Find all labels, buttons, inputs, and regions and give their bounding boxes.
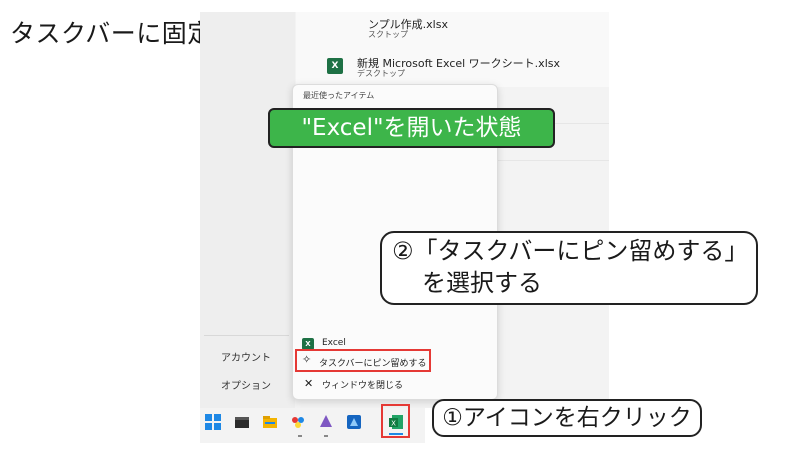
close-icon: ✕: [304, 377, 314, 390]
step2-text-line1: ②「タスクバーにピン留めする」: [392, 237, 749, 265]
sidebar-item-account[interactable]: アカウント: [221, 349, 271, 364]
windows-start-icon[interactable]: [205, 414, 221, 430]
excel-file-icon: X: [327, 58, 343, 74]
recent-files-list: [296, 12, 609, 87]
pin-item-highlight: [295, 349, 431, 372]
paint-icon[interactable]: [290, 414, 306, 430]
step2-text-line2: を選択する: [422, 269, 542, 297]
jump-list-header: 最近使ったアイテム: [303, 91, 375, 100]
step1-callout: ①アイコンを右クリック: [432, 399, 702, 437]
sidebar-divider: [204, 335, 289, 336]
jump-list-item-excel[interactable]: Excel: [322, 338, 346, 348]
running-indicator: [298, 435, 302, 437]
excel-icon-highlight: [381, 404, 410, 438]
file-explorer-icon[interactable]: [262, 414, 278, 430]
design-app-icon[interactable]: [318, 414, 334, 430]
terminal-icon[interactable]: [234, 414, 250, 430]
jump-list-item-close-window[interactable]: ウィンドウを閉じる: [322, 378, 403, 391]
folder-app-icon[interactable]: [346, 414, 362, 430]
recent-file-location: スクトップ: [368, 30, 408, 39]
step2-callout: ②「タスクバーにピン留めする」 を選択する: [380, 231, 758, 305]
running-indicator: [324, 435, 328, 437]
list-divider: [496, 160, 609, 161]
excel-open-label: "Excel"を開いた状態: [268, 108, 555, 148]
sidebar-item-options[interactable]: オプション: [221, 377, 271, 392]
recent-file-location: デスクトップ: [357, 69, 405, 78]
